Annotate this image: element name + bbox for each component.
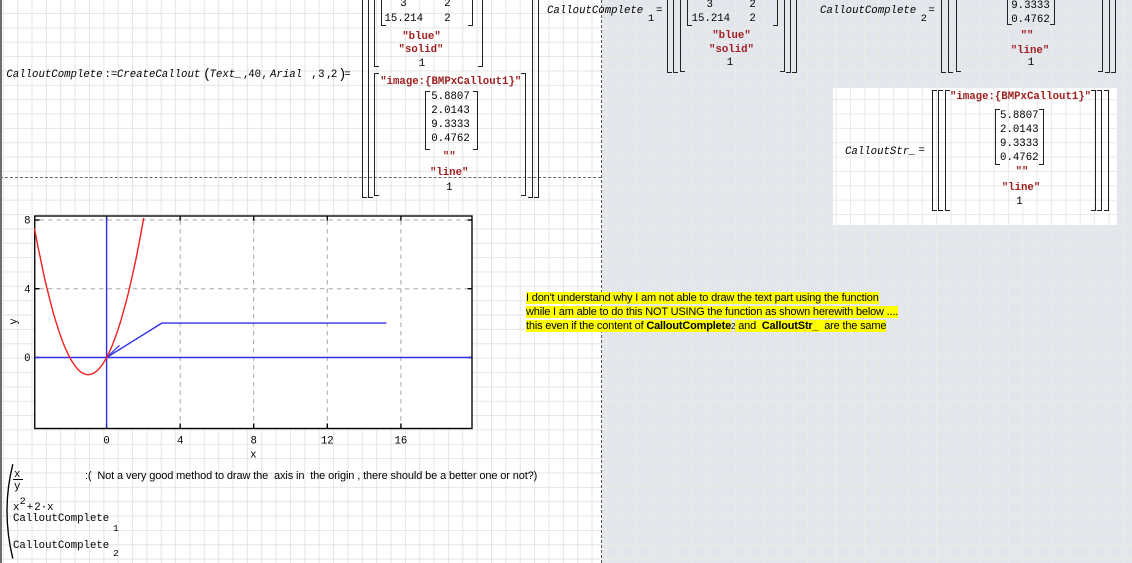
svg-text:4: 4	[24, 284, 30, 296]
svg-text:16: 16	[394, 436, 407, 448]
svg-text:4: 4	[177, 436, 183, 448]
svg-text:y: y	[9, 318, 21, 325]
svg-text:0: 0	[103, 436, 109, 448]
svg-text:8: 8	[24, 216, 30, 228]
svg-text:12: 12	[321, 436, 334, 448]
svg-text:x: x	[250, 450, 256, 462]
svg-text:8: 8	[250, 436, 256, 448]
svg-text:0: 0	[24, 353, 30, 365]
